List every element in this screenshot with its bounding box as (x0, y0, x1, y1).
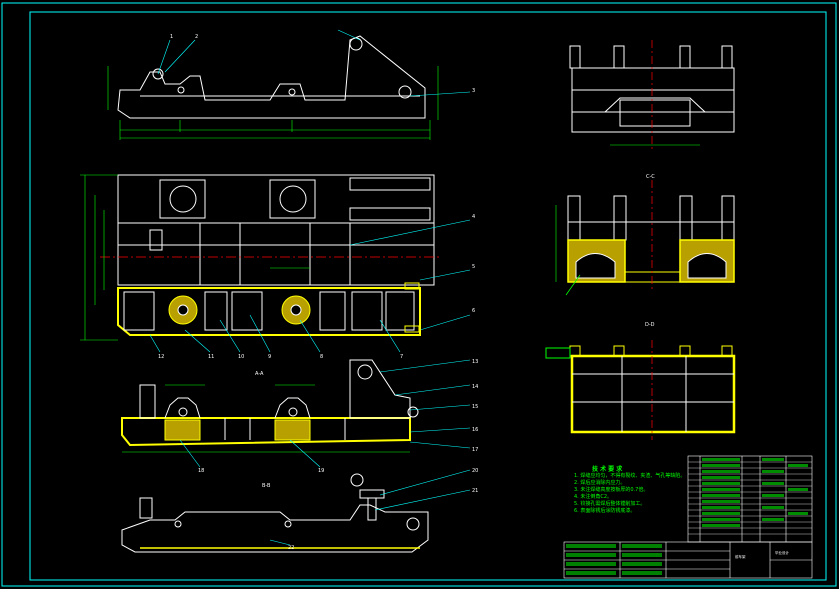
balloon-17: 17 (472, 447, 478, 453)
technical-requirement-line: 3. 未注焊缝高度按板厚的0.7倍。 (574, 487, 649, 493)
balloon-12: 12 (158, 354, 164, 360)
balloon-18: 18 (198, 468, 204, 474)
balloon-4: 4 (472, 214, 475, 220)
section-label-d: D-D (645, 322, 655, 328)
balloon-1: 1 (170, 34, 173, 40)
balloon-11: 11 (208, 354, 214, 360)
balloon-10: 10 (238, 354, 244, 360)
title-block-drawing-name: 前车架 (735, 554, 746, 559)
plan-view (117, 174, 435, 286)
section-c-c-view (567, 195, 735, 283)
technical-requirement-line: 6. 表面除锈后涂防锈底漆。 (574, 508, 636, 514)
front-elevation-view (117, 35, 426, 119)
section-label-b: B-B (262, 483, 271, 489)
balloon-8: 8 (320, 354, 323, 360)
technical-requirement-line: 5. 铰接孔需焊后整体镗削加工。 (574, 501, 646, 507)
balloon-19: 19 (318, 468, 324, 474)
balloon-5: 5 (472, 264, 475, 270)
balloon-22: 22 (288, 545, 294, 551)
section-label-a: A-A (255, 371, 264, 377)
section-b-b-view (121, 359, 419, 447)
bottom-elevation-view (121, 473, 429, 553)
technical-requirement-line: 1. 焊缝应均匀，不得有裂纹、夹渣、气孔等缺陷。 (574, 473, 686, 479)
balloon-3: 3 (472, 88, 475, 94)
balloon-2: 2 (195, 34, 198, 40)
balloon-9: 9 (268, 354, 271, 360)
title-block-fill (566, 544, 662, 575)
balloon-7: 7 (400, 354, 403, 360)
front-elevation-dimensions (107, 66, 439, 140)
balloon-15: 15 (472, 404, 478, 410)
section-a-a-view (117, 282, 421, 336)
balloon-21: 21 (472, 488, 478, 494)
balloon-6: 6 (472, 308, 475, 314)
section-label-c: C-C (646, 174, 655, 180)
parts-list-fill (702, 458, 808, 527)
balloon-20: 20 (472, 468, 478, 474)
balloon-14: 14 (472, 384, 478, 390)
parts-list-table (687, 455, 813, 543)
technical-requirements-title: 技 术 要 求 (592, 466, 623, 473)
title-block-school: 毕业设计 (775, 550, 789, 555)
section-d-d-view (545, 345, 736, 434)
balloon-16: 16 (472, 427, 478, 433)
technical-requirement-line: 2. 焊后应消除内应力。 (574, 480, 626, 486)
technical-requirements: 技 术 要 求 1. 焊缝应均匀，不得有裂纹、夹渣、气孔等缺陷。 2. 焊后应消… (574, 466, 694, 515)
cad-drawing-sheet: A-A B-B C-C D-D 1 2 3 4 5 6 7 8 9 10 11 … (1, 2, 837, 587)
technical-requirement-line: 4. 未注倒角C2。 (574, 494, 613, 500)
section-b-b-leaders (179, 359, 471, 468)
balloon-13: 13 (472, 359, 478, 365)
plan-leaders (349, 219, 471, 331)
bottom-view-leaders (269, 469, 471, 546)
